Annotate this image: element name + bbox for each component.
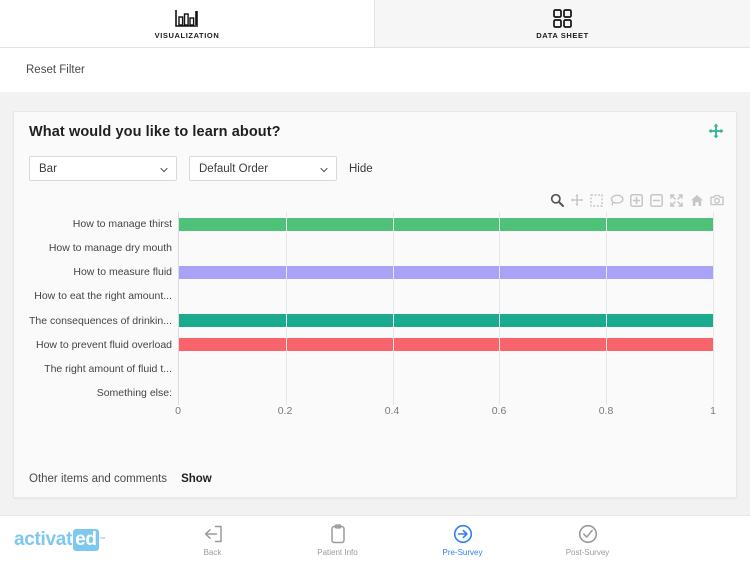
nav-item-back-label: Back <box>203 547 222 557</box>
y-axis-label: How to measure fluid <box>73 266 172 279</box>
zoom-icon[interactable] <box>549 193 564 208</box>
x-axis-tick: 0 <box>175 405 181 417</box>
bar[interactable] <box>179 217 713 231</box>
app-logo: activat ed ™ <box>0 528 150 551</box>
gridline <box>285 212 287 405</box>
y-axis-label: The right amount of fluid t... <box>44 362 172 375</box>
logo-text-main: activat <box>14 528 73 550</box>
logo-trademark: ™ <box>99 536 106 543</box>
bar[interactable] <box>179 265 713 279</box>
check-circle-icon <box>578 523 598 545</box>
tab-data-sheet-label: DATA SHEET <box>536 30 589 40</box>
page-body: What would you like to learn about? Bar … <box>0 92 750 515</box>
y-axis-label: How to manage thirst <box>72 218 172 231</box>
x-axis-tick: 1 <box>710 405 716 417</box>
x-axis-tick: 0.8 <box>598 405 614 417</box>
bar-row <box>179 357 713 381</box>
grid-icon <box>553 8 572 28</box>
reset-filter-button[interactable]: Reset Filter <box>26 64 85 76</box>
chart-controls: Bar Default Order Hide <box>29 156 721 181</box>
gridline <box>392 212 394 405</box>
bar-row <box>179 333 713 357</box>
lasso-select-icon[interactable] <box>609 193 624 208</box>
card-footer: Other items and comments Show <box>29 473 212 485</box>
tab-visualization[interactable]: VISUALIZATION <box>0 0 375 47</box>
y-axis-labels: How to manage thirst How to manage dry mo… <box>29 212 178 405</box>
gridline <box>713 212 714 405</box>
clipboard-icon <box>330 523 346 545</box>
y-axis-label: How to manage dry mouth <box>48 242 172 255</box>
zoom-out-icon[interactable] <box>649 193 664 208</box>
camera-icon[interactable] <box>709 193 724 208</box>
tab-data-sheet[interactable]: DATA SHEET <box>375 0 750 47</box>
order-select[interactable]: Default Order <box>189 156 337 181</box>
gridline <box>499 212 501 405</box>
bar[interactable] <box>179 314 713 328</box>
show-button[interactable]: Show <box>181 473 212 485</box>
bar-row <box>179 284 713 308</box>
pan-icon[interactable] <box>569 193 584 208</box>
logo-text: activat ed ™ <box>14 528 106 551</box>
reset-axes-home-icon[interactable] <box>689 193 704 208</box>
nav-item-pre-survey[interactable]: Pre-Survey <box>400 523 525 557</box>
gridline <box>606 212 608 405</box>
visualization-card: What would you like to learn about? Bar … <box>13 111 737 498</box>
nav-item-post-survey[interactable]: Post-Survey <box>525 523 650 557</box>
bar-row <box>179 212 713 236</box>
bar-row <box>179 260 713 284</box>
exit-arrow-icon <box>203 523 223 545</box>
arrow-right-circle-icon <box>453 523 473 545</box>
filter-bar: Reset Filter <box>0 48 750 92</box>
x-axis-tick: 0.6 <box>491 405 507 417</box>
y-axis-label: Something else: <box>96 386 172 399</box>
bar-row <box>179 309 713 333</box>
nav-item-patient-info[interactable]: Patient Info <box>275 523 400 557</box>
bar[interactable] <box>179 338 713 352</box>
top-tab-bar: VISUALIZATION DATA SHEET <box>0 0 750 48</box>
chart-type-value: Bar <box>39 162 57 175</box>
bar-rows <box>179 212 713 405</box>
bottom-nav: activat ed ™ Back Patient Info Pre-Surve… <box>0 515 750 563</box>
autoscale-icon[interactable] <box>669 193 684 208</box>
plot-area: How to manage thirst How to manage dry mo… <box>29 212 726 435</box>
page-title: What would you like to learn about? <box>29 124 281 140</box>
x-axis-ticks: 0 0.2 0.4 0.6 0.8 1 <box>175 405 716 427</box>
box-select-icon[interactable] <box>589 193 604 208</box>
order-value: Default Order <box>199 162 269 175</box>
y-axis-label: How to prevent fluid overload <box>36 338 172 351</box>
bottom-nav-items: Back Patient Info Pre-Survey Post-Survey <box>150 523 750 557</box>
other-items-label: Other items and comments <box>29 473 168 485</box>
chart-container: How to manage thirst How to manage dry mo… <box>29 190 726 435</box>
y-axis-label: How to eat the right amount... <box>34 290 172 303</box>
chevron-down-icon <box>160 165 168 173</box>
hide-button[interactable]: Hide <box>349 163 373 175</box>
bar-chart-icon <box>175 8 199 28</box>
app-root: VISUALIZATION DATA SHEET Reset Filter Wh… <box>0 0 750 563</box>
bar-row <box>179 381 713 405</box>
y-axis-label: The consequences of drinkin... <box>28 314 172 327</box>
nav-item-back[interactable]: Back <box>150 523 275 557</box>
logo-text-boxed: ed <box>73 528 99 551</box>
chevron-down-icon <box>320 165 328 173</box>
zoom-in-icon[interactable] <box>629 193 644 208</box>
chart-type-select[interactable]: Bar <box>29 156 177 181</box>
plot-grid <box>178 212 714 405</box>
move-handle-icon[interactable] <box>708 123 724 139</box>
nav-item-patient-info-label: Patient Info <box>317 547 358 557</box>
x-axis-tick: 0.2 <box>277 405 293 417</box>
x-axis-tick: 0.4 <box>384 405 400 417</box>
tab-visualization-label: VISUALIZATION <box>154 30 220 40</box>
bar-row <box>179 236 713 260</box>
nav-item-pre-survey-label: Pre-Survey <box>442 547 483 557</box>
plotly-modebar <box>549 190 724 210</box>
nav-item-post-survey-label: Post-Survey <box>565 547 610 557</box>
